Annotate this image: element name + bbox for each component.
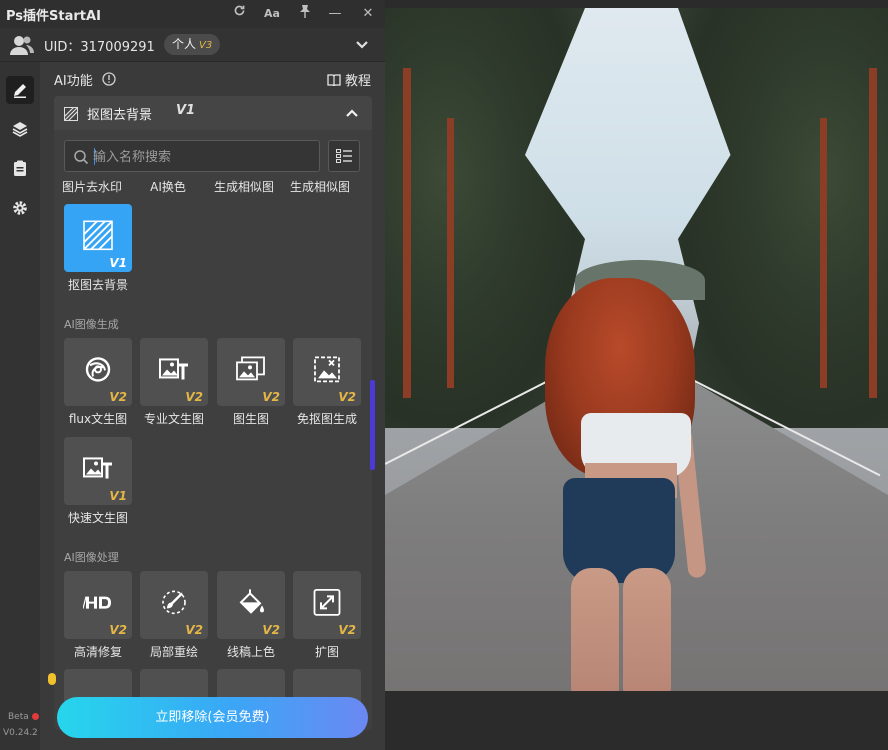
- hatch-icon: [83, 220, 113, 254]
- expand-icon: [313, 588, 341, 620]
- section-title: AI图像生成: [64, 318, 119, 331]
- hatch-icon: [63, 106, 79, 122]
- tile-label[interactable]: flux文生图: [59, 410, 137, 427]
- tile-version: V2: [338, 390, 356, 404]
- user-id: UID：317009291: [44, 40, 155, 55]
- plugin-panel: Ps插件StartAI Aa — ✕ UID：317009291 个人 V3 B…: [0, 0, 385, 750]
- brush-icon: [160, 588, 188, 620]
- search-input[interactable]: [93, 147, 313, 167]
- tile-label[interactable]: 生成相似图: [282, 178, 358, 195]
- ai-heading: AI功能: [54, 74, 93, 89]
- paint-bucket-icon: [237, 588, 265, 620]
- tile-hd-restore[interactable]: V2: [64, 571, 132, 639]
- woman-leg: [623, 568, 671, 691]
- book-icon: [327, 73, 341, 86]
- tile-flux[interactable]: V2: [64, 338, 132, 406]
- plan-name: 个人: [172, 37, 197, 51]
- tile-label[interactable]: 图片去水印: [54, 178, 130, 195]
- main-content: AI功能 教程 抠图去背景 V1 输入名称搜索 图片去水印 AI换色 生成相似图…: [40, 62, 385, 750]
- flux-icon: [85, 356, 111, 386]
- image-text-icon: [159, 357, 189, 385]
- tile-version: V2: [185, 390, 203, 404]
- tile-label[interactable]: 生成相似图: [206, 178, 282, 195]
- partial-row-labels: 图片去水印 AI换色 生成相似图 生成相似图: [54, 178, 372, 196]
- canvas-photo: [385, 8, 888, 691]
- section-title: AI图像处理: [64, 551, 119, 564]
- tile-label[interactable]: 免抠图生成: [288, 410, 366, 427]
- tree-trunk: [869, 68, 877, 398]
- cutout-free-icon: [313, 355, 341, 387]
- plan-badge[interactable]: 个人 V3: [164, 34, 221, 55]
- tile-lineart-color[interactable]: V2: [217, 571, 285, 639]
- tutorial-link[interactable]: 教程: [327, 70, 371, 89]
- tree-trunk: [820, 118, 827, 388]
- remove-now-button[interactable]: 立即移除(会员免费): [57, 697, 368, 738]
- tile-expand-image[interactable]: V2: [293, 571, 361, 639]
- minimize-button[interactable]: —: [324, 4, 346, 24]
- tile-version: V2: [338, 623, 356, 637]
- tile-label[interactable]: 图生图: [212, 410, 290, 427]
- tile-version: V2: [262, 623, 280, 637]
- tile-remove-background[interactable]: V1: [64, 204, 132, 272]
- list-view-button[interactable]: [328, 140, 360, 172]
- tile-label[interactable]: AI换色: [130, 178, 206, 195]
- pin-icon[interactable]: [294, 4, 316, 24]
- gear-icon[interactable]: [6, 194, 34, 222]
- layers-icon[interactable]: [6, 115, 34, 143]
- window-title: Ps插件StartAI: [6, 9, 101, 24]
- tutorial-label: 教程: [344, 74, 371, 89]
- clipboard-icon[interactable]: [6, 154, 34, 182]
- tile-label[interactable]: 专业文生图: [135, 410, 213, 427]
- tree-trunk: [403, 68, 411, 398]
- tile-fast-text-to-image[interactable]: V1: [64, 437, 132, 505]
- image-to-image-icon: [236, 356, 266, 386]
- hidden-badge: [48, 673, 56, 685]
- beta-label: Beta: [8, 712, 29, 722]
- tile-label[interactable]: 抠图去背景: [59, 276, 137, 293]
- font-size-button[interactable]: Aa: [261, 4, 283, 24]
- woman-shorts: [563, 478, 675, 583]
- notification-dot: [32, 713, 39, 720]
- tile-image-to-image[interactable]: V2: [217, 338, 285, 406]
- tile-version: V1: [109, 256, 127, 270]
- chevron-up-icon[interactable]: [344, 105, 360, 121]
- tile-cutout-free[interactable]: V2: [293, 338, 361, 406]
- scroll-indicator[interactable]: [370, 380, 375, 470]
- feature-version: V1: [176, 103, 196, 118]
- user-bar: UID：317009291 个人 V3: [0, 28, 385, 62]
- chevron-down-icon[interactable]: [353, 36, 371, 54]
- tile-version: V2: [262, 390, 280, 404]
- tile-label[interactable]: 高清修复: [59, 643, 137, 660]
- tile-version: V2: [109, 623, 127, 637]
- feature-dropdown: 图片去水印 AI换色 生成相似图 生成相似图 V1 抠图去背景 AI图像生成 V…: [54, 130, 372, 730]
- woman-leg: [571, 568, 619, 691]
- search-icon: [73, 149, 89, 165]
- tile-label[interactable]: 扩图: [288, 643, 366, 660]
- info-icon[interactable]: [102, 71, 116, 86]
- tile-version: V2: [185, 623, 203, 637]
- image-text-icon: [83, 456, 113, 484]
- feature-selector[interactable]: 抠图去背景 V1: [54, 96, 372, 130]
- tile-version: V2: [109, 390, 127, 404]
- edit-icon[interactable]: [6, 76, 34, 104]
- tile-label[interactable]: 线稿上色: [212, 643, 290, 660]
- version-label: V0.24.2: [3, 728, 38, 738]
- tile-label[interactable]: 局部重绘: [135, 643, 213, 660]
- feature-name: 抠图去背景: [87, 108, 153, 123]
- title-bar: Ps插件StartAI Aa — ✕: [0, 0, 385, 28]
- refresh-icon[interactable]: [228, 4, 250, 24]
- close-button[interactable]: ✕: [357, 4, 379, 24]
- list-icon: [336, 149, 352, 163]
- left-rail: [0, 62, 40, 750]
- tile-local-redraw[interactable]: V2: [140, 571, 208, 639]
- tile-label[interactable]: 快速文生图: [59, 509, 137, 526]
- tile-version: V1: [109, 489, 127, 503]
- plan-version: V3: [199, 40, 213, 51]
- trees-right: [678, 8, 888, 428]
- users-icon: [10, 34, 34, 56]
- tree-trunk: [447, 118, 454, 388]
- tile-pro-text-to-image[interactable]: V2: [140, 338, 208, 406]
- hd-icon: [82, 595, 113, 615]
- search-box[interactable]: [64, 140, 320, 172]
